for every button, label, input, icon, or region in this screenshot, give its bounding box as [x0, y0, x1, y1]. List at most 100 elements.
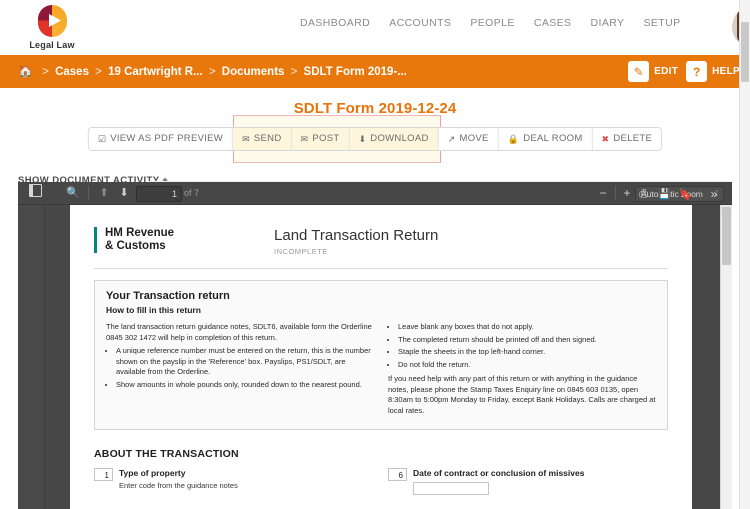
hmrc-line-2: & Customs — [105, 240, 166, 252]
save-download-icon[interactable]: 💾 — [654, 189, 675, 200]
external-link-icon: ↗ — [447, 133, 456, 144]
right-bullet: Staple the sheets in the top left-hand c… — [398, 347, 656, 358]
home-icon[interactable]: 🏠 — [18, 64, 33, 78]
breadcrumb-separator-3: > — [208, 66, 216, 78]
print-icon[interactable]: ⎙ — [633, 188, 654, 201]
pencil-icon: ✎ — [628, 61, 650, 82]
question-number: 6 — [388, 468, 407, 481]
pdf-thumbnail-sidebar[interactable] — [18, 205, 45, 509]
delete-button[interactable]: ✖ DELETE — [592, 128, 662, 150]
view-as-pdf-preview-button[interactable]: ☑ VIEW AS PDF PREVIEW — [88, 128, 234, 150]
question-cell: 1 Type of property Enter code from the g… — [94, 468, 374, 495]
return-box-left-column: The land transaction return guidance not… — [106, 322, 374, 419]
main-navigation: DASHBOARD ACCOUNTS PEOPLE CASES DIARY SE… — [300, 17, 681, 29]
pdf-toolbar-right-tools: ⎙ 💾 🔖 | » — [633, 184, 724, 204]
question-input-box[interactable] — [413, 482, 489, 495]
document-toolbar: ☑ VIEW AS PDF PREVIEW ✉ SEND ✉ POST ⬇ DO… — [87, 127, 663, 151]
bookmark-icon[interactable]: 🔖 — [675, 188, 696, 201]
breadcrumb: 🏠 > Cases > 19 Cartwright R... > Documen… — [18, 55, 407, 88]
page-title: SDLT Form 2019-12-24 — [293, 100, 457, 117]
transaction-return-box: Your Transaction return How to fill in t… — [94, 280, 668, 430]
page-number-input[interactable]: 1 — [136, 186, 182, 202]
breadcrumb-separator-2: > — [95, 66, 102, 78]
brand-name: Legal Law — [29, 40, 75, 50]
breadcrumb-item-documents[interactable]: Documents — [222, 66, 285, 78]
scrollbar-thumb[interactable] — [722, 207, 731, 265]
pdf-document-content: HM Revenue & Customs Land Transaction Re… — [70, 205, 692, 495]
breadcrumb-bar: 🏠 > Cases > 19 Cartwright R... > Documen… — [0, 55, 750, 88]
download-button[interactable]: ⬇ DOWNLOAD — [349, 128, 439, 150]
arrow-up-icon[interactable]: ⬆ — [96, 182, 112, 204]
form-title: Land Transaction Return — [274, 227, 439, 244]
send-button[interactable]: ✉ SEND — [233, 128, 292, 150]
return-box-heading: Your Transaction return — [106, 290, 230, 302]
header-divider — [94, 268, 668, 269]
sidebar-toggle-icon[interactable] — [26, 182, 44, 204]
nav-item-accounts[interactable]: ACCOUNTS — [389, 17, 451, 29]
envelope-open-icon: ✉ — [242, 133, 250, 144]
deal-room-button[interactable]: 🔒 DEAL ROOM — [498, 128, 593, 150]
window-scrollbar-thumb[interactable] — [741, 22, 749, 82]
lock-icon: 🔒 — [507, 133, 520, 144]
send-button-label: SEND — [253, 133, 282, 144]
move-button-label: MOVE — [459, 133, 489, 144]
left-bullet: A unique reference number must be entere… — [116, 346, 374, 378]
nav-item-diary[interactable]: DIARY — [591, 17, 625, 29]
brand-logo[interactable]: Legal Law — [22, 5, 82, 50]
question-row: 1 Type of property Enter code from the g… — [94, 468, 668, 495]
window-scrollbar[interactable] — [739, 0, 750, 509]
legal-law-logo-icon — [35, 5, 69, 37]
question-mark-icon: ? — [686, 61, 708, 82]
post-button[interactable]: ✉ POST — [291, 128, 350, 150]
about-transaction-heading: ABOUT THE TRANSACTION — [94, 448, 239, 460]
question-number: 1 — [94, 468, 113, 481]
return-box-right-column: Leave blank any boxes that do not apply.… — [388, 322, 656, 419]
nav-item-cases[interactable]: CASES — [534, 17, 572, 29]
pdf-scrollbar[interactable] — [720, 205, 732, 509]
question-hint: Enter code from the guidance notes — [119, 481, 238, 490]
search-icon[interactable]: 🔍 — [65, 182, 81, 204]
breadcrumb-separator-4: > — [290, 66, 298, 78]
help-button-label: HELP — [712, 66, 740, 77]
breadcrumb-item-case[interactable]: 19 Cartwright R... — [108, 66, 203, 78]
tools-divider: | — [698, 188, 702, 200]
help-button[interactable]: ? HELP — [686, 61, 740, 82]
deal-room-button-label: DEAL ROOM — [523, 133, 583, 144]
breadcrumb-item-current: SDLT Form 2019-... — [303, 66, 407, 78]
pdf-body: HM Revenue & Customs Land Transaction Re… — [18, 205, 732, 509]
breadcrumb-item-cases[interactable]: Cases — [55, 66, 89, 78]
double-chevron-right-icon[interactable]: » — [704, 187, 724, 201]
move-button[interactable]: ↗ MOVE — [438, 128, 499, 150]
edit-button-label: EDIT — [654, 66, 679, 77]
form-status: INCOMPLETE — [274, 247, 328, 256]
return-box-subheading: How to fill in this return — [106, 305, 201, 315]
cross-icon: ✖ — [601, 133, 610, 144]
question-label: Date of contract or conclusion of missiv… — [413, 468, 585, 478]
arrow-down-icon[interactable]: ⬇ — [116, 182, 132, 204]
nav-item-people[interactable]: PEOPLE — [470, 17, 514, 29]
envelope-icon: ✉ — [300, 133, 309, 144]
pdf-viewer: 🔍 ⬆ ⬇ 1 of 7 − + Automatic Zoom ⁞ HM Rev… — [18, 182, 732, 509]
left-bullet: Show amounts in whole pounds only, round… — [116, 380, 374, 391]
question-cell: 6 Date of contract or conclusion of miss… — [388, 468, 668, 495]
hmrc-line-1: HM Revenue — [105, 227, 175, 239]
breadcrumb-actions: ✎ EDIT ? HELP — [620, 55, 740, 88]
zoom-out-button[interactable]: − — [596, 182, 610, 204]
breadcrumb-separator: > — [42, 66, 49, 78]
download-button-label: DOWNLOAD — [370, 133, 429, 144]
page-total-label: of 7 — [184, 188, 200, 198]
right-bullet: Leave blank any boxes that do not apply. — [398, 322, 656, 333]
zoom-in-button[interactable]: + — [620, 182, 634, 204]
edit-button[interactable]: ✎ EDIT — [628, 61, 678, 82]
nav-item-setup[interactable]: SETUP — [644, 17, 681, 29]
view-as-pdf-preview-label: VIEW AS PDF PREVIEW — [110, 133, 224, 144]
right-bullet: Do not fold the return. — [398, 360, 656, 371]
document-toolbar-wrap: ☑ VIEW AS PDF PREVIEW ✉ SEND ✉ POST ⬇ DO… — [0, 115, 750, 163]
return-box-intro: The land transaction return guidance not… — [106, 322, 372, 342]
hmrc-logo: HM Revenue & Customs — [94, 227, 174, 253]
question-label: Type of property — [119, 468, 186, 478]
delete-button-label: DELETE — [613, 133, 653, 144]
checkbox-checked-icon: ☑ — [97, 133, 107, 144]
download-icon: ⬇ — [358, 133, 367, 144]
nav-item-dashboard[interactable]: DASHBOARD — [300, 17, 370, 29]
